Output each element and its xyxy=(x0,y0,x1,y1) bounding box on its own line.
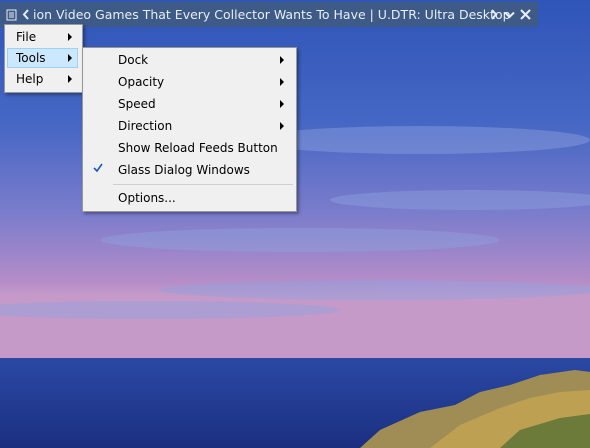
submenu-arrow-icon xyxy=(68,33,72,41)
submenu-item-direction[interactable]: Direction xyxy=(85,116,292,137)
submenu-item-label: Options... xyxy=(118,191,176,205)
submenu-arrow-icon xyxy=(280,122,284,130)
menu-item-tools[interactable]: Tools xyxy=(7,48,78,68)
submenu-item-label: Dock xyxy=(118,53,149,67)
menu-item-label: File xyxy=(16,30,37,44)
menu-item-label: Tools xyxy=(16,51,46,65)
submenu-arrow-icon xyxy=(68,54,72,62)
submenu-item-label: Speed xyxy=(118,97,156,111)
submenu-item-speed[interactable]: Speed xyxy=(85,94,292,115)
menu-item-label: Help xyxy=(16,72,44,86)
feed-headline-text[interactable]: ion Video Games That Every Collector Wan… xyxy=(33,2,511,27)
main-context-menu: File Tools Help xyxy=(4,24,83,93)
checkmark-icon xyxy=(92,162,108,178)
submenu-item-label: Glass Dialog Windows xyxy=(118,163,250,177)
submenu-item-opacity[interactable]: Opacity xyxy=(85,72,292,93)
submenu-item-label: Show Reload Feeds Button xyxy=(118,141,278,155)
submenu-arrow-icon xyxy=(280,78,284,86)
submenu-arrow-icon xyxy=(280,100,284,108)
submenu-item-label: Opacity xyxy=(118,75,165,89)
submenu-item-dock[interactable]: Dock xyxy=(85,50,292,71)
submenu-arrow-icon xyxy=(68,75,72,83)
menu-item-help[interactable]: Help xyxy=(7,69,78,89)
menu-separator xyxy=(113,184,293,185)
chevron-down-icon[interactable] xyxy=(502,2,516,27)
submenu-arrow-icon xyxy=(280,56,284,64)
submenu-item-label: Direction xyxy=(118,119,173,133)
tools-submenu: Dock Opacity Speed Direction Show Reload… xyxy=(82,47,297,212)
submenu-item-options[interactable]: Options... xyxy=(85,188,292,209)
submenu-item-show-reload-feeds-button[interactable]: Show Reload Feeds Button xyxy=(85,138,292,159)
menu-item-file[interactable]: File xyxy=(7,27,78,47)
next-icon[interactable] xyxy=(488,2,500,27)
close-icon[interactable] xyxy=(518,2,532,27)
submenu-item-glass-dialog-windows[interactable]: Glass Dialog Windows xyxy=(85,160,292,181)
